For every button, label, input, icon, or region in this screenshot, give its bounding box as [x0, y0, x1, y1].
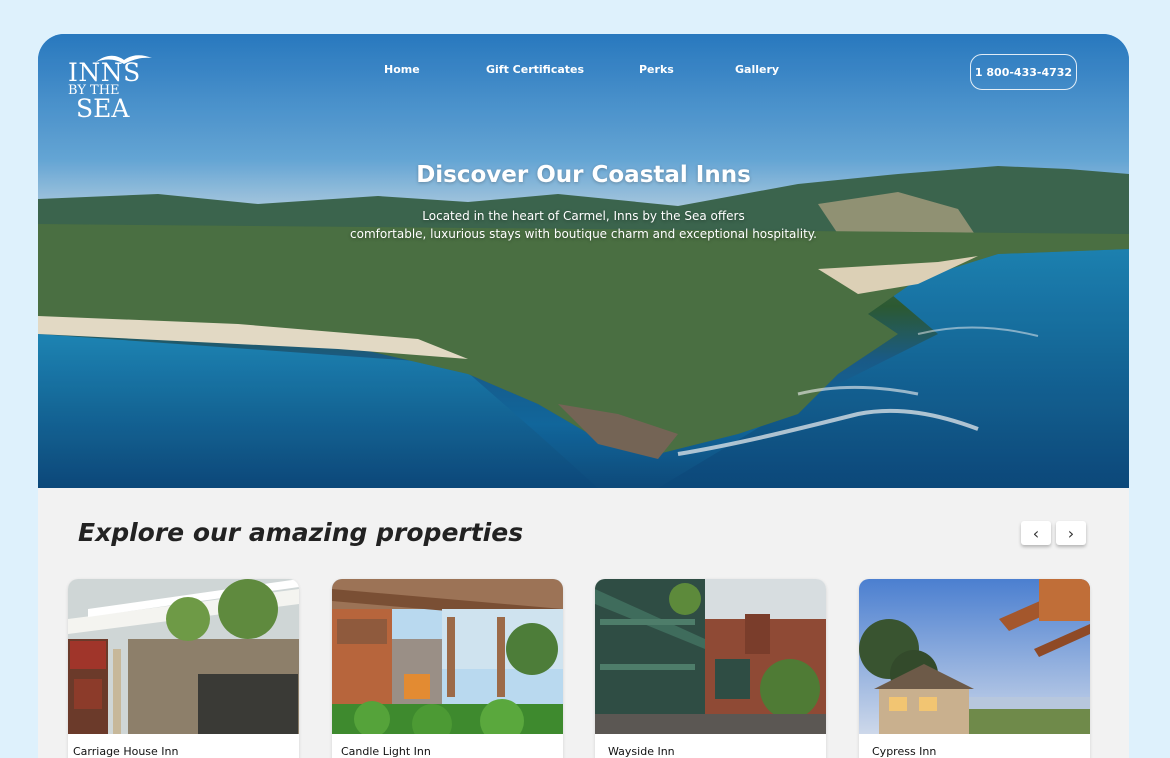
property-card-cypress[interactable]: Cypress Inn: [859, 579, 1090, 758]
page-frame: INNS BY THE SEA Home Gift Certificates P…: [38, 34, 1129, 758]
chevron-left-icon: ‹: [1032, 523, 1040, 543]
property-card-carriage-house[interactable]: Carriage House Inn: [68, 579, 299, 758]
property-name: Wayside Inn: [608, 745, 675, 758]
hero-title: Discover Our Coastal Inns: [416, 162, 751, 188]
chevron-right-icon: ›: [1067, 523, 1075, 543]
property-name: Carriage House Inn: [73, 745, 179, 758]
nav-gallery[interactable]: Gallery: [735, 63, 779, 76]
property-photo: [859, 579, 1090, 734]
property-name: Cypress Inn: [872, 745, 937, 758]
logo-text-sea: SEA: [76, 94, 130, 123]
phone-button[interactable]: 1 800-433-4732: [970, 54, 1077, 90]
property-carousel: Carriage House Inn Candle Light Inn Ways…: [38, 579, 1129, 758]
property-name: Candle Light Inn: [341, 745, 431, 758]
nav-gift-certificates[interactable]: Gift Certificates: [486, 63, 584, 76]
hero-banner: INNS BY THE SEA Home Gift Certificates P…: [38, 34, 1129, 488]
property-card-wayside[interactable]: Wayside Inn: [595, 579, 826, 758]
property-card-candle-light[interactable]: Candle Light Inn: [332, 579, 563, 758]
nav-home[interactable]: Home: [384, 63, 420, 76]
hero-subtitle-line: Located in the heart of Carmel, Inns by …: [422, 209, 745, 223]
property-photo: [68, 579, 299, 734]
hero-subtitle: Located in the heart of Carmel, Inns by …: [38, 207, 1129, 243]
property-photo: [332, 579, 563, 734]
hero-subtitle-line: comfortable, luxurious stays with boutiq…: [350, 227, 817, 241]
hero-coastal-photo: [38, 34, 1129, 488]
carousel-prev-button[interactable]: ‹: [1021, 521, 1051, 545]
carousel-next-button[interactable]: ›: [1056, 521, 1086, 545]
properties-heading: Explore our amazing properties: [78, 518, 524, 547]
main-nav: Home Gift Certificates Perks Gallery: [38, 63, 1129, 77]
property-photo: [595, 579, 826, 734]
nav-perks[interactable]: Perks: [639, 63, 674, 76]
